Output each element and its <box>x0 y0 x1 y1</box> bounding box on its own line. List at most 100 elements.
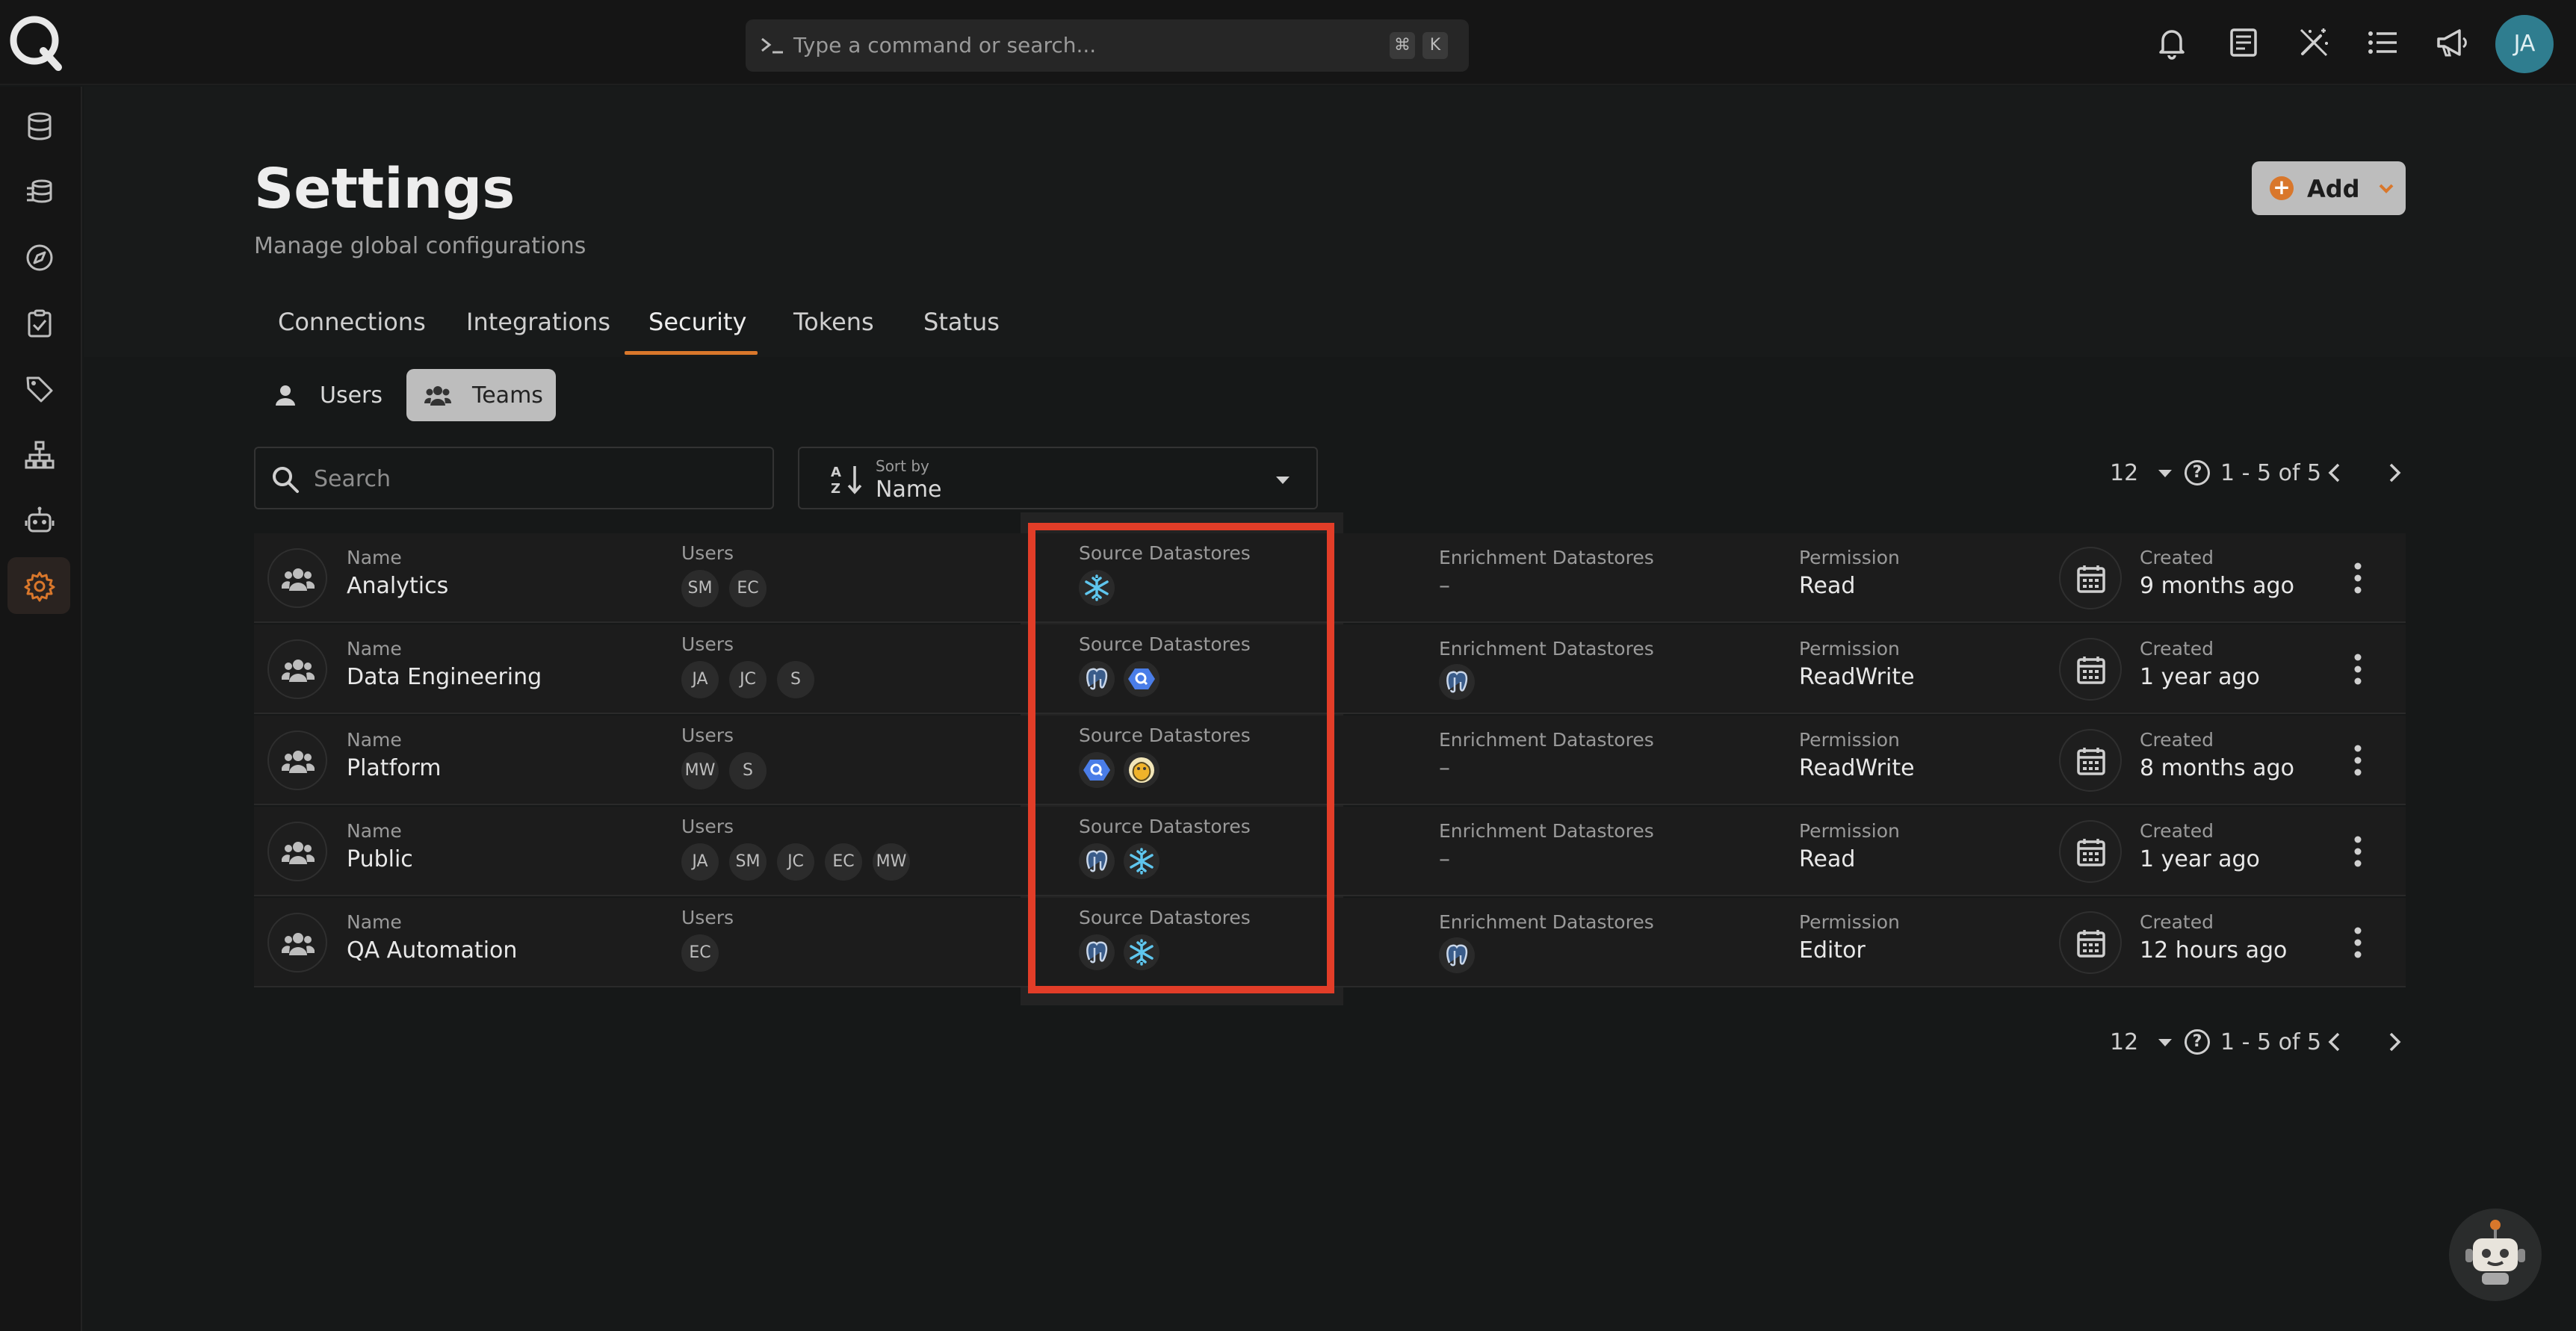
page-size-select[interactable]: 12 <box>2110 460 2138 486</box>
user-chip[interactable]: MW <box>681 752 719 789</box>
app-logo-icon[interactable] <box>6 12 66 72</box>
team-name[interactable]: Data Engineering <box>347 664 542 690</box>
magic-wand-icon[interactable] <box>2295 24 2332 61</box>
enrichment-icons <box>1439 937 1654 973</box>
tab-status[interactable]: Status <box>923 308 1000 336</box>
enrichment-icons: – <box>1439 573 1654 599</box>
permission-caption: Permission <box>1799 729 1900 751</box>
user-chip[interactable]: SM <box>681 570 719 607</box>
postgres-datastore[interactable] <box>1439 664 1475 700</box>
notes-icon[interactable] <box>2225 24 2262 61</box>
sidebar-item-tags[interactable] <box>7 360 70 417</box>
name-caption: Name <box>347 638 402 660</box>
team-name[interactable]: Analytics <box>347 573 448 599</box>
kebab-menu-icon[interactable] <box>2350 835 2365 868</box>
team-name[interactable]: Public <box>347 846 413 872</box>
user-chip[interactable]: JA <box>681 661 719 698</box>
enrichment-caption: Enrichment Datastores <box>1439 638 1654 660</box>
search-input[interactable]: Search <box>254 447 774 509</box>
permission-value: ReadWrite <box>1799 664 1915 690</box>
enrichment-caption: Enrichment Datastores <box>1439 820 1654 842</box>
user-chip[interactable]: MW <box>873 843 910 881</box>
enrichment-datastores-cell: Enrichment Datastores – <box>1439 729 1654 781</box>
checklist-icon <box>28 309 52 338</box>
created-cell: Created 1 year ago <box>2140 638 2260 690</box>
user-chip[interactable]: S <box>729 752 767 789</box>
page-size-select[interactable]: 12 <box>2110 1029 2138 1055</box>
kebab-menu-icon[interactable] <box>2350 926 2365 959</box>
sidebar-item-checks[interactable] <box>7 294 70 351</box>
kebab-menu-icon[interactable] <box>2350 744 2365 777</box>
teams-toggle-label: Teams <box>472 382 543 409</box>
team-name[interactable]: Platform <box>347 755 442 781</box>
user-chip[interactable]: EC <box>681 934 719 972</box>
sidebar-item-settings[interactable] <box>7 557 70 614</box>
permission-value: ReadWrite <box>1799 755 1915 781</box>
name-caption: Name <box>347 820 402 842</box>
created-cell: Created 8 months ago <box>2140 729 2294 781</box>
calendar-icon <box>2077 748 2105 775</box>
add-button[interactable]: + Add <box>2252 161 2406 215</box>
chevron-left-icon[interactable] <box>2323 460 2346 485</box>
sort-select[interactable]: A Z Sort by Name <box>798 447 1318 509</box>
stacked-databases-icon <box>27 179 52 203</box>
user-chip[interactable]: EC <box>729 570 767 607</box>
users-caption: Users <box>681 907 734 928</box>
team-icon <box>282 751 315 773</box>
postgres-datastore[interactable] <box>1439 937 1475 973</box>
user-chip[interactable]: EC <box>825 843 862 881</box>
user-chip[interactable]: JC <box>777 843 814 881</box>
kebab-menu-icon[interactable] <box>2350 562 2365 595</box>
created-caption: Created <box>2140 547 2214 568</box>
kebab-menu-icon[interactable] <box>2350 653 2365 686</box>
help-icon[interactable]: ? <box>2185 1029 2210 1055</box>
chevron-right-icon[interactable] <box>2383 1029 2406 1055</box>
created-cell: Created 1 year ago <box>2140 820 2260 872</box>
sidebar-item-datastores[interactable] <box>7 97 70 154</box>
tab-integrations[interactable]: Integrations <box>466 308 610 336</box>
sidebar-item-explore[interactable] <box>7 229 70 285</box>
bell-icon[interactable] <box>2153 24 2190 61</box>
permission-cell: Permission Editor <box>1799 911 1900 964</box>
megaphone-icon[interactable] <box>2433 24 2470 61</box>
postgres-icon <box>1446 671 1468 693</box>
sidebar-item-agents[interactable] <box>7 491 70 548</box>
users-toggle-label: Users <box>320 382 383 409</box>
team-name[interactable]: QA Automation <box>347 937 517 964</box>
enrichment-empty: – <box>1439 755 1450 781</box>
chevron-right-icon[interactable] <box>2383 460 2406 485</box>
sidebar-item-enrichment[interactable] <box>7 163 70 220</box>
help-icon[interactable]: ? <box>2185 460 2210 485</box>
enrichment-empty: – <box>1439 846 1450 872</box>
command-search[interactable]: Type a command or search... ⌘ K <box>746 19 1469 72</box>
chevron-left-icon[interactable] <box>2323 1029 2346 1055</box>
tab-security[interactable]: Security <box>648 308 746 336</box>
caret-down-icon[interactable] <box>2158 469 2173 478</box>
caret-down-icon[interactable] <box>2158 1038 2173 1047</box>
teams-toggle[interactable]: Teams <box>406 369 556 421</box>
user-chip[interactable]: JA <box>681 843 719 881</box>
user-chip[interactable]: JC <box>729 661 767 698</box>
users-toggle[interactable]: Users <box>254 369 388 421</box>
user-chip[interactable]: S <box>777 661 814 698</box>
list-icon[interactable] <box>2364 24 2401 61</box>
enrichment-icons <box>1439 664 1654 700</box>
enrichment-datastores-cell: Enrichment Datastores – <box>1439 820 1654 872</box>
calendar-icon <box>2077 565 2105 593</box>
calendar-badge <box>2059 638 2122 701</box>
assistant-robot-button[interactable] <box>2449 1209 2542 1301</box>
permission-caption: Permission <box>1799 911 1900 933</box>
tab-connections[interactable]: Connections <box>278 308 426 336</box>
page-subtitle: Manage global configurations <box>254 233 586 259</box>
calendar-badge <box>2059 547 2122 609</box>
page-title: Settings <box>254 157 515 221</box>
calendar-badge <box>2059 820 2122 883</box>
sidebar-item-flows[interactable] <box>7 426 70 483</box>
tab-tokens[interactable]: Tokens <box>793 308 874 336</box>
postgres-icon <box>1446 944 1468 967</box>
user-avatar[interactable]: JA <box>2495 15 2554 73</box>
user-chip[interactable]: SM <box>729 843 767 881</box>
name-caption: Name <box>347 729 402 751</box>
created-cell: Created 9 months ago <box>2140 547 2294 599</box>
page-range: 1 - 5 of 5 <box>2220 460 2322 486</box>
